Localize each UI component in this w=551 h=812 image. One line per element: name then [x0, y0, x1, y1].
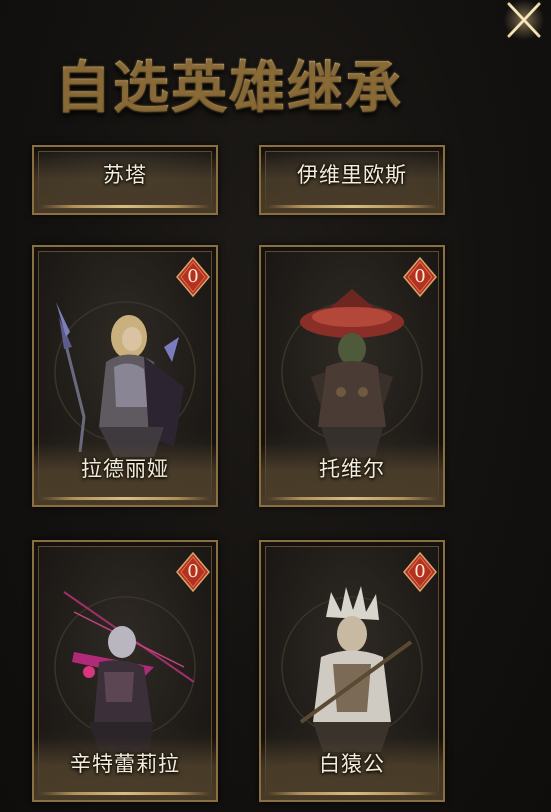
hero-card-baiyuangong[interactable]: 白猿公 0	[259, 540, 445, 802]
hero-card-tuoweier[interactable]: 托维尔 0	[259, 245, 445, 507]
card-trim	[40, 497, 210, 500]
card-trim	[267, 792, 437, 795]
hero-name: 伊维里欧斯	[297, 163, 407, 187]
card-trim	[40, 792, 210, 795]
count-badge: 0	[403, 257, 437, 297]
hero-portrait-ladeliya	[54, 301, 196, 457]
card-trim	[40, 205, 210, 208]
close-x-icon	[504, 0, 544, 40]
hero-name: 白猿公	[319, 752, 385, 776]
hero-card-suta[interactable]: 苏塔	[32, 145, 218, 215]
count-badge: 0	[403, 552, 437, 592]
count-badge: 0	[176, 552, 210, 592]
hero-card-yiweiliousi[interactable]: 伊维里欧斯	[259, 145, 445, 215]
page-title: 自选英雄继承	[55, 52, 403, 124]
badge-count: 0	[414, 266, 426, 287]
hero-portrait-baiyuangong	[281, 586, 423, 752]
card-trim	[267, 497, 437, 500]
hero-portrait-tuoweier	[281, 289, 423, 457]
hero-portrait-xinteleilila	[54, 591, 196, 752]
hero-name: 托维尔	[319, 457, 385, 481]
close-button[interactable]	[497, 0, 551, 44]
card-trim	[267, 205, 437, 208]
hero-name: 辛特蕾莉拉	[70, 752, 180, 776]
badge-count: 0	[414, 561, 426, 582]
hero-card-ladeliya[interactable]: 拉德丽娅 0	[32, 245, 218, 507]
hero-card-xinteleilila[interactable]: 辛特蕾莉拉 0	[32, 540, 218, 802]
badge-count: 0	[187, 266, 199, 287]
hero-name: 苏塔	[103, 163, 147, 187]
count-badge: 0	[176, 257, 210, 297]
hero-name: 拉德丽娅	[81, 457, 169, 481]
badge-count: 0	[187, 561, 199, 582]
